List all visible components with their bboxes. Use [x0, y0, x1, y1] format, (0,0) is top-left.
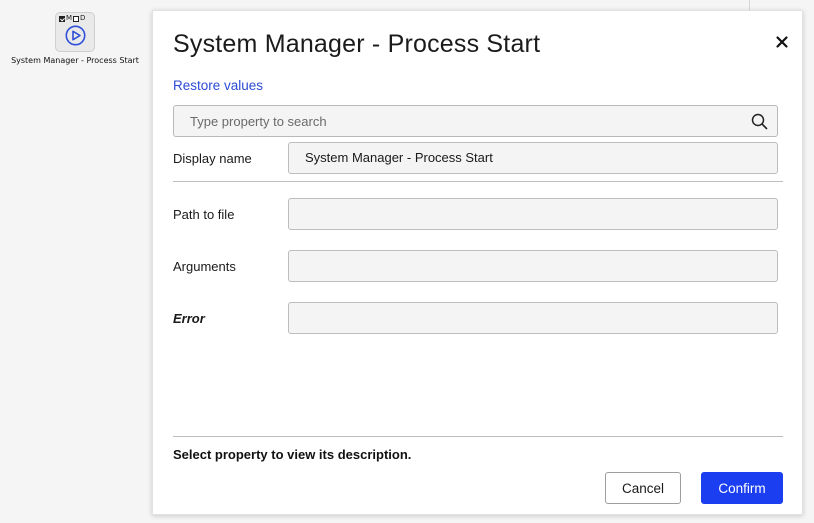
display-name-label: Display name — [173, 151, 252, 166]
node-d-checkbox[interactable] — [73, 15, 80, 22]
error-field[interactable] — [288, 302, 778, 334]
cancel-button[interactable]: Cancel — [605, 472, 681, 504]
path-to-file-label: Path to file — [173, 207, 235, 222]
section-divider — [173, 181, 783, 182]
path-to-file-field[interactable] — [288, 198, 778, 230]
node-m-checkbox[interactable] — [59, 15, 65, 22]
properties-dialog: System Manager - Process Start Restore v… — [152, 10, 803, 515]
node-d-flag-label: D — [80, 14, 86, 22]
node-label: System Manager - Process Start — [11, 56, 139, 65]
play-circle-icon — [65, 25, 86, 51]
error-label: Error — [173, 311, 205, 326]
confirm-button[interactable]: Confirm — [701, 472, 783, 504]
close-icon[interactable] — [773, 33, 791, 51]
node-flags: M D — [59, 14, 85, 23]
restore-values-link[interactable]: Restore values — [173, 78, 263, 93]
arguments-field[interactable] — [288, 250, 778, 282]
property-search-input[interactable] — [174, 106, 744, 136]
property-search — [173, 105, 778, 137]
dialog-title: System Manager - Process Start — [173, 30, 541, 58]
node-icon-box[interactable]: M D — [55, 12, 95, 52]
property-description: Select property to view its description. — [173, 447, 412, 462]
search-icon[interactable] — [751, 113, 768, 135]
display-name-field[interactable]: System Manager - Process Start — [288, 142, 778, 174]
description-divider — [173, 436, 783, 437]
arguments-label: Arguments — [173, 259, 236, 274]
node-m-flag-label: M — [66, 14, 73, 22]
